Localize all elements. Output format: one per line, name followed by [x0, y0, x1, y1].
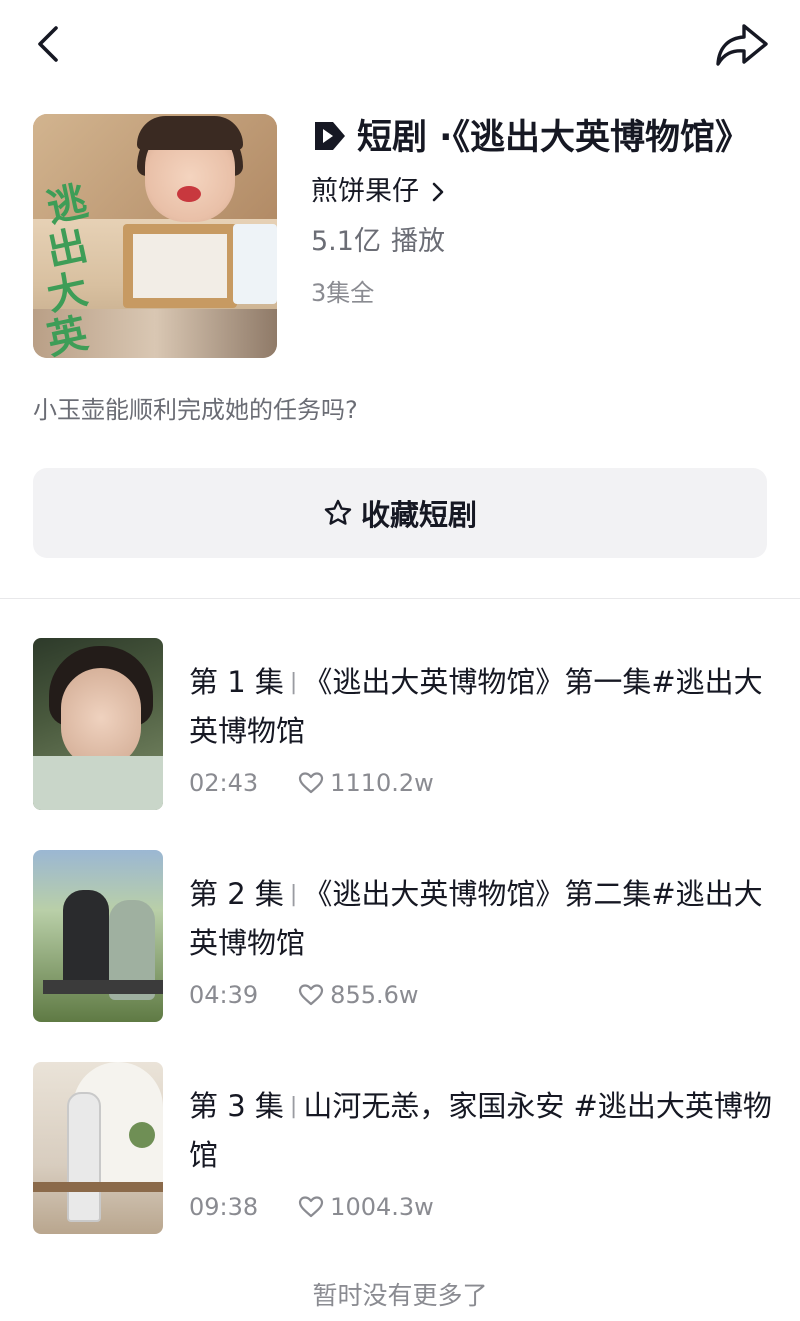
cover-photo	[133, 234, 227, 298]
episode-item-1[interactable]: 第 1 集 | 《逃出大英博物馆》第一集#逃出大英博物馆 02:43 1110.2w	[33, 638, 773, 810]
episode-duration: 04:39	[189, 981, 259, 1009]
play-count-value: 5.1亿	[311, 226, 381, 257]
episode-duration: 02:43	[189, 769, 259, 797]
play-count-label: 播放	[390, 226, 445, 257]
heart-outline-icon	[299, 984, 324, 1006]
heart-outline-icon	[299, 1196, 324, 1218]
cover-doodle-card	[233, 224, 277, 304]
play-count: 5.1亿 播放	[311, 224, 751, 260]
episode-thumbnail	[33, 638, 163, 810]
episode-meta: 09:38 1004.3w	[189, 1191, 773, 1223]
section-divider	[0, 598, 800, 599]
no-more-content-text: 暂时没有更多了	[312, 1281, 488, 1310]
drama-header: 逃出大英 短剧 ·《逃出大英博物馆》 煎饼果仔 5.1亿 播放 3集全	[33, 114, 773, 364]
episode-title: 第 1 集 | 《逃出大英博物馆》第一集#逃出大英博物馆	[189, 658, 773, 755]
drama-info: 短剧 ·《逃出大英博物馆》 煎饼果仔 5.1亿 播放 3集全	[311, 114, 751, 310]
episode-number: 第 2 集	[189, 877, 284, 911]
cover-hair-top	[137, 116, 243, 150]
episode-thumbnail	[33, 850, 163, 1022]
chevron-right-icon	[432, 182, 444, 202]
star-outline-icon	[324, 499, 352, 525]
episode-number: 第 3 集	[189, 1089, 284, 1123]
author-name: 煎饼果仔	[311, 176, 419, 207]
episode-likes: 1110.2w	[298, 767, 434, 799]
episode-likes: 855.6w	[298, 979, 419, 1011]
chevron-left-icon	[38, 26, 58, 62]
author-link[interactable]: 煎饼果仔	[311, 174, 449, 210]
episode-duration: 09:38	[189, 1193, 259, 1221]
episode-text: 第 2 集 | 《逃出大英博物馆》第二集#逃出大英博物馆 04:39 855.6w	[189, 870, 773, 1011]
episode-separator: |	[289, 882, 298, 907]
drama-description: 小玉壶能顺利完成她的任务吗?	[33, 396, 358, 424]
episode-likes: 1004.3w	[298, 1191, 434, 1223]
episode-like-count: 1004.3w	[330, 1193, 434, 1221]
episode-number: 第 1 集	[189, 665, 284, 699]
cover-mouth	[177, 186, 201, 202]
drama-title: 短剧 ·《逃出大英博物馆》	[311, 114, 751, 162]
share-button[interactable]	[712, 20, 772, 70]
favorite-drama-button[interactable]: 收藏短剧	[33, 468, 767, 558]
episode-item-2[interactable]: 第 2 集 | 《逃出大英博物馆》第二集#逃出大英博物馆 04:39 855.6w	[33, 850, 773, 1022]
back-button[interactable]	[28, 22, 72, 66]
episode-text: 第 1 集 | 《逃出大英博物馆》第一集#逃出大英博物馆 02:43 1110.2w	[189, 658, 773, 799]
share-arrow-icon	[716, 24, 768, 66]
favorite-button-label: 收藏短剧	[360, 498, 477, 532]
cover-handwritten-title: 逃出大英	[42, 178, 92, 358]
episode-title: 第 2 集 | 《逃出大英博物馆》第二集#逃出大英博物馆	[189, 870, 773, 967]
episode-like-count: 855.6w	[330, 981, 419, 1009]
episode-title: 第 3 集 | 山河无恙，家国永安 #逃出大英博物馆	[189, 1082, 773, 1179]
top-bar	[0, 0, 800, 90]
episode-meta: 02:43 1110.2w	[189, 767, 773, 799]
episode-separator: |	[289, 1094, 298, 1119]
episode-separator: |	[289, 670, 298, 695]
drama-cover-image[interactable]: 逃出大英	[33, 114, 277, 358]
episode-item-3[interactable]: 第 3 集 | 山河无恙，家国永安 #逃出大英博物馆 09:38 1004.3w	[33, 1062, 773, 1234]
drama-title-text: 短剧 ·《逃出大英博物馆》	[357, 118, 750, 158]
episode-meta: 04:39 855.6w	[189, 979, 773, 1011]
episode-total: 3集全	[311, 279, 375, 307]
episode-text: 第 3 集 | 山河无恙，家国永安 #逃出大英博物馆 09:38 1004.3w	[189, 1082, 773, 1223]
short-drama-play-icon	[315, 122, 345, 150]
heart-outline-icon	[299, 772, 324, 794]
episode-like-count: 1110.2w	[330, 769, 434, 797]
episode-thumbnail	[33, 1062, 163, 1234]
